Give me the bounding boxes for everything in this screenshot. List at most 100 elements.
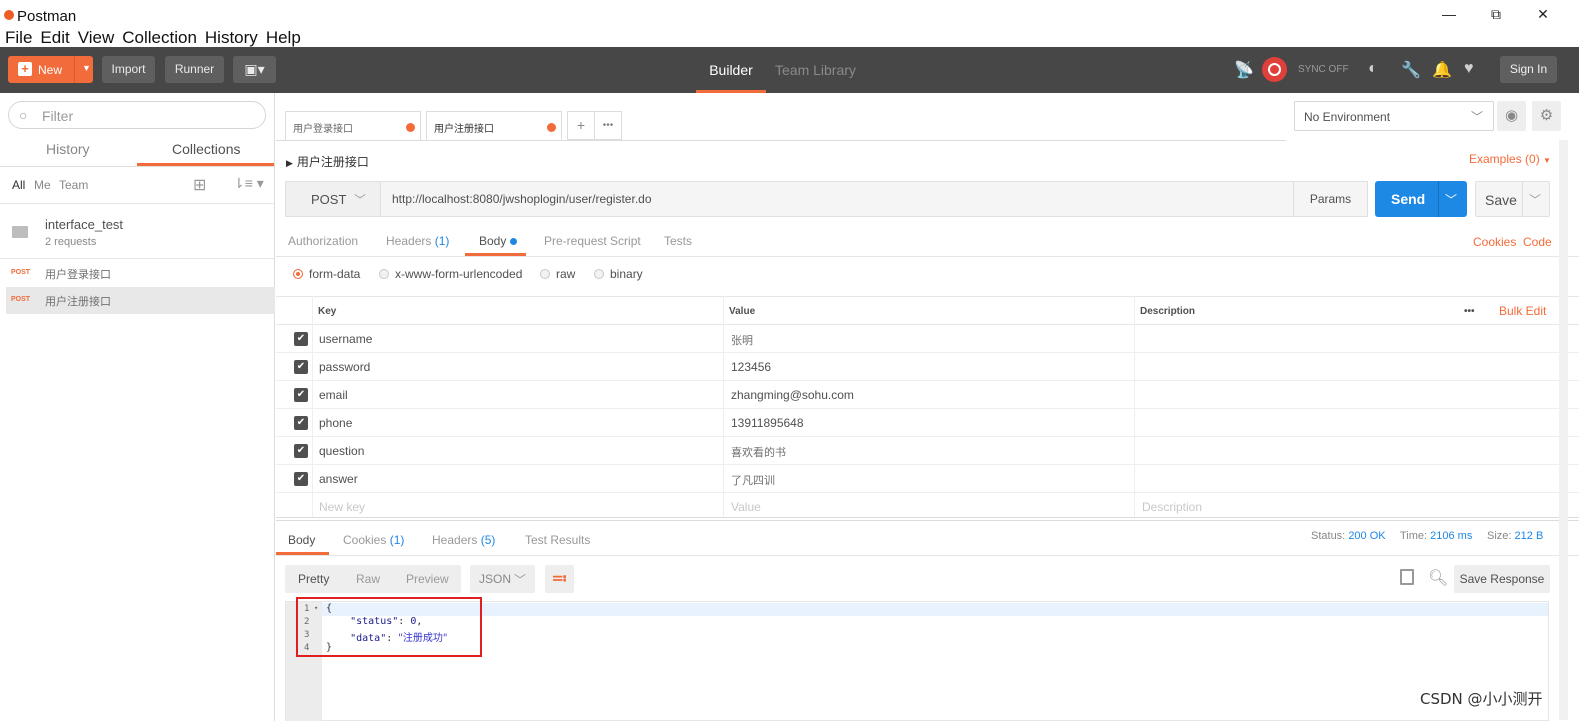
wrap-lines-button[interactable]: ≕	[545, 565, 574, 593]
row-key[interactable]: password	[319, 360, 370, 374]
tab-history[interactable]: History	[46, 141, 90, 165]
save-response-button[interactable]: Save Response	[1454, 565, 1550, 593]
request-tab[interactable]: 用户登录接口	[285, 111, 421, 140]
new-key-input[interactable]: New key	[319, 500, 365, 514]
row-value[interactable]: 13911895648	[731, 416, 804, 430]
response-tab-test-results[interactable]: Test Results	[525, 533, 590, 547]
tab-builder[interactable]: Builder	[696, 47, 766, 93]
checkbox-checked-icon[interactable]: ✔	[294, 444, 308, 458]
environment-settings-button[interactable]: ⚙	[1532, 101, 1561, 131]
code-link[interactable]: Code	[1523, 235, 1552, 249]
interceptor-icon[interactable]: ◐	[1368, 60, 1378, 78]
radio-binary[interactable]: binary	[594, 267, 643, 281]
tab-more-button[interactable]: •••	[594, 111, 622, 140]
menu-history[interactable]: History	[205, 27, 258, 48]
sign-in-button[interactable]: Sign In	[1500, 56, 1557, 83]
response-tab-cookies[interactable]: Cookies (1)	[343, 533, 404, 547]
radio-urlencoded[interactable]: x-www-form-urlencoded	[379, 267, 522, 281]
format-select[interactable]: JSON ﹀	[470, 565, 535, 593]
menu-help[interactable]: Help	[266, 27, 301, 48]
chevron-down-icon[interactable]: ﹀	[1529, 191, 1541, 208]
row-key[interactable]: answer	[319, 472, 358, 486]
row-key[interactable]: email	[319, 388, 348, 402]
sidebar-divider	[0, 166, 275, 167]
checkbox-checked-icon[interactable]: ✔	[294, 332, 308, 346]
menu-edit[interactable]: Edit	[40, 27, 69, 48]
request-item[interactable]: POST 用户登录接口	[6, 260, 275, 287]
chevron-down-icon[interactable]: ﹀	[1445, 191, 1457, 208]
new-window-button[interactable]: ▣▾	[233, 56, 276, 83]
menu-file[interactable]: File	[5, 27, 32, 48]
new-button[interactable]: + New ▼	[8, 56, 93, 83]
bulk-edit-link[interactable]: Bulk Edit	[1499, 304, 1546, 318]
cookies-link[interactable]: Cookies	[1473, 235, 1516, 249]
search-icon[interactable]: 🔍︎	[1428, 568, 1448, 588]
filter-me[interactable]: Me	[34, 178, 51, 192]
request-name-toggle[interactable]: ▶ 用户注册接口	[286, 153, 369, 170]
method-select[interactable]: POST ﹀	[286, 182, 381, 216]
examples-dropdown[interactable]: Examples (0) ▼	[1469, 152, 1551, 166]
add-tab-button[interactable]: +	[567, 111, 595, 140]
save-button[interactable]: Save ﹀	[1475, 181, 1550, 217]
request-item[interactable]: POST 用户注册接口	[6, 287, 275, 314]
request-tab-active[interactable]: 用户注册接口	[426, 111, 562, 140]
table-more-icon[interactable]: •••	[1464, 306, 1475, 317]
checkbox-checked-icon[interactable]: ✔	[294, 360, 308, 374]
view-preview[interactable]: Preview	[406, 572, 449, 586]
view-pretty[interactable]: Pretty	[298, 572, 329, 586]
row-value[interactable]: 123456	[731, 360, 771, 374]
response-tab-body[interactable]: Body	[288, 533, 315, 547]
row-key[interactable]: phone	[319, 416, 352, 430]
import-button[interactable]: Import	[102, 56, 155, 83]
caret-down-icon[interactable]: ▼	[82, 63, 91, 73]
main-scrollbar[interactable]	[1559, 140, 1568, 720]
tab-tests[interactable]: Tests	[664, 234, 692, 248]
send-button[interactable]: Send ﹀	[1375, 181, 1467, 217]
row-value[interactable]: 张明	[731, 332, 753, 348]
row-value[interactable]: zhangming@sohu.com	[731, 388, 854, 402]
sync-icon[interactable]	[1262, 57, 1287, 82]
runner-button[interactable]: Runner	[165, 56, 224, 83]
tab-collections[interactable]: Collections	[172, 141, 240, 165]
row-value[interactable]: 喜欢看的书	[731, 444, 786, 460]
radio-form-data[interactable]: form-data	[293, 267, 360, 281]
tab-body[interactable]: Body	[479, 234, 518, 248]
collection-item[interactable]: interface_test 2 requests	[0, 203, 275, 259]
restore-button[interactable]: ⧉	[1473, 6, 1519, 23]
close-window-button[interactable]: ✕	[1520, 6, 1566, 23]
menu-view[interactable]: View	[78, 27, 115, 48]
environment-select[interactable]: No Environment ﹀	[1294, 101, 1494, 131]
radio-raw[interactable]: raw	[540, 267, 575, 281]
checkbox-checked-icon[interactable]: ✔	[294, 416, 308, 430]
tab-team-library[interactable]: Team Library	[775, 47, 856, 93]
settings-wrench-icon[interactable]: 🔧	[1401, 60, 1421, 80]
tab-headers[interactable]: Headers (1)	[386, 234, 449, 248]
environment-quicklook-button[interactable]: ◉	[1497, 101, 1526, 131]
view-raw[interactable]: Raw	[356, 572, 380, 586]
url-input[interactable]: http://localhost:8080/jwshoplogin/user/r…	[392, 192, 652, 206]
satellite-icon[interactable]: 📡	[1234, 60, 1254, 80]
new-description-input[interactable]: Description	[1142, 500, 1202, 514]
checkbox-checked-icon[interactable]: ✔	[294, 388, 308, 402]
menu-collection[interactable]: Collection	[122, 27, 197, 48]
filter-team[interactable]: Team	[59, 178, 88, 192]
tab-pre-request-script[interactable]: Pre-request Script	[544, 234, 641, 248]
filter-input[interactable]: ○ Filter	[8, 101, 266, 129]
table-header: Key Value Description ••• Bulk Edit	[276, 296, 1579, 325]
response-tabs-divider	[276, 555, 1579, 556]
notifications-bell-icon[interactable]: 🔔	[1432, 60, 1452, 80]
response-tab-headers[interactable]: Headers (5)	[432, 533, 495, 547]
minimize-button[interactable]: —	[1426, 6, 1472, 22]
tab-authorization[interactable]: Authorization	[288, 234, 358, 248]
row-value[interactable]: 了凡四训	[731, 472, 775, 488]
sort-icon[interactable]: ⇂≡ ▾	[233, 175, 264, 192]
params-button[interactable]: Params	[1293, 182, 1367, 216]
row-key[interactable]: question	[319, 444, 364, 458]
checkbox-checked-icon[interactable]: ✔	[294, 472, 308, 486]
filter-all[interactable]: All	[12, 178, 25, 192]
new-value-input[interactable]: Value	[731, 500, 761, 514]
new-collection-icon[interactable]: ⊞	[193, 175, 206, 195]
copy-icon[interactable]	[1400, 569, 1414, 585]
heart-icon[interactable]: ♥	[1464, 60, 1474, 78]
row-key[interactable]: username	[319, 332, 372, 346]
